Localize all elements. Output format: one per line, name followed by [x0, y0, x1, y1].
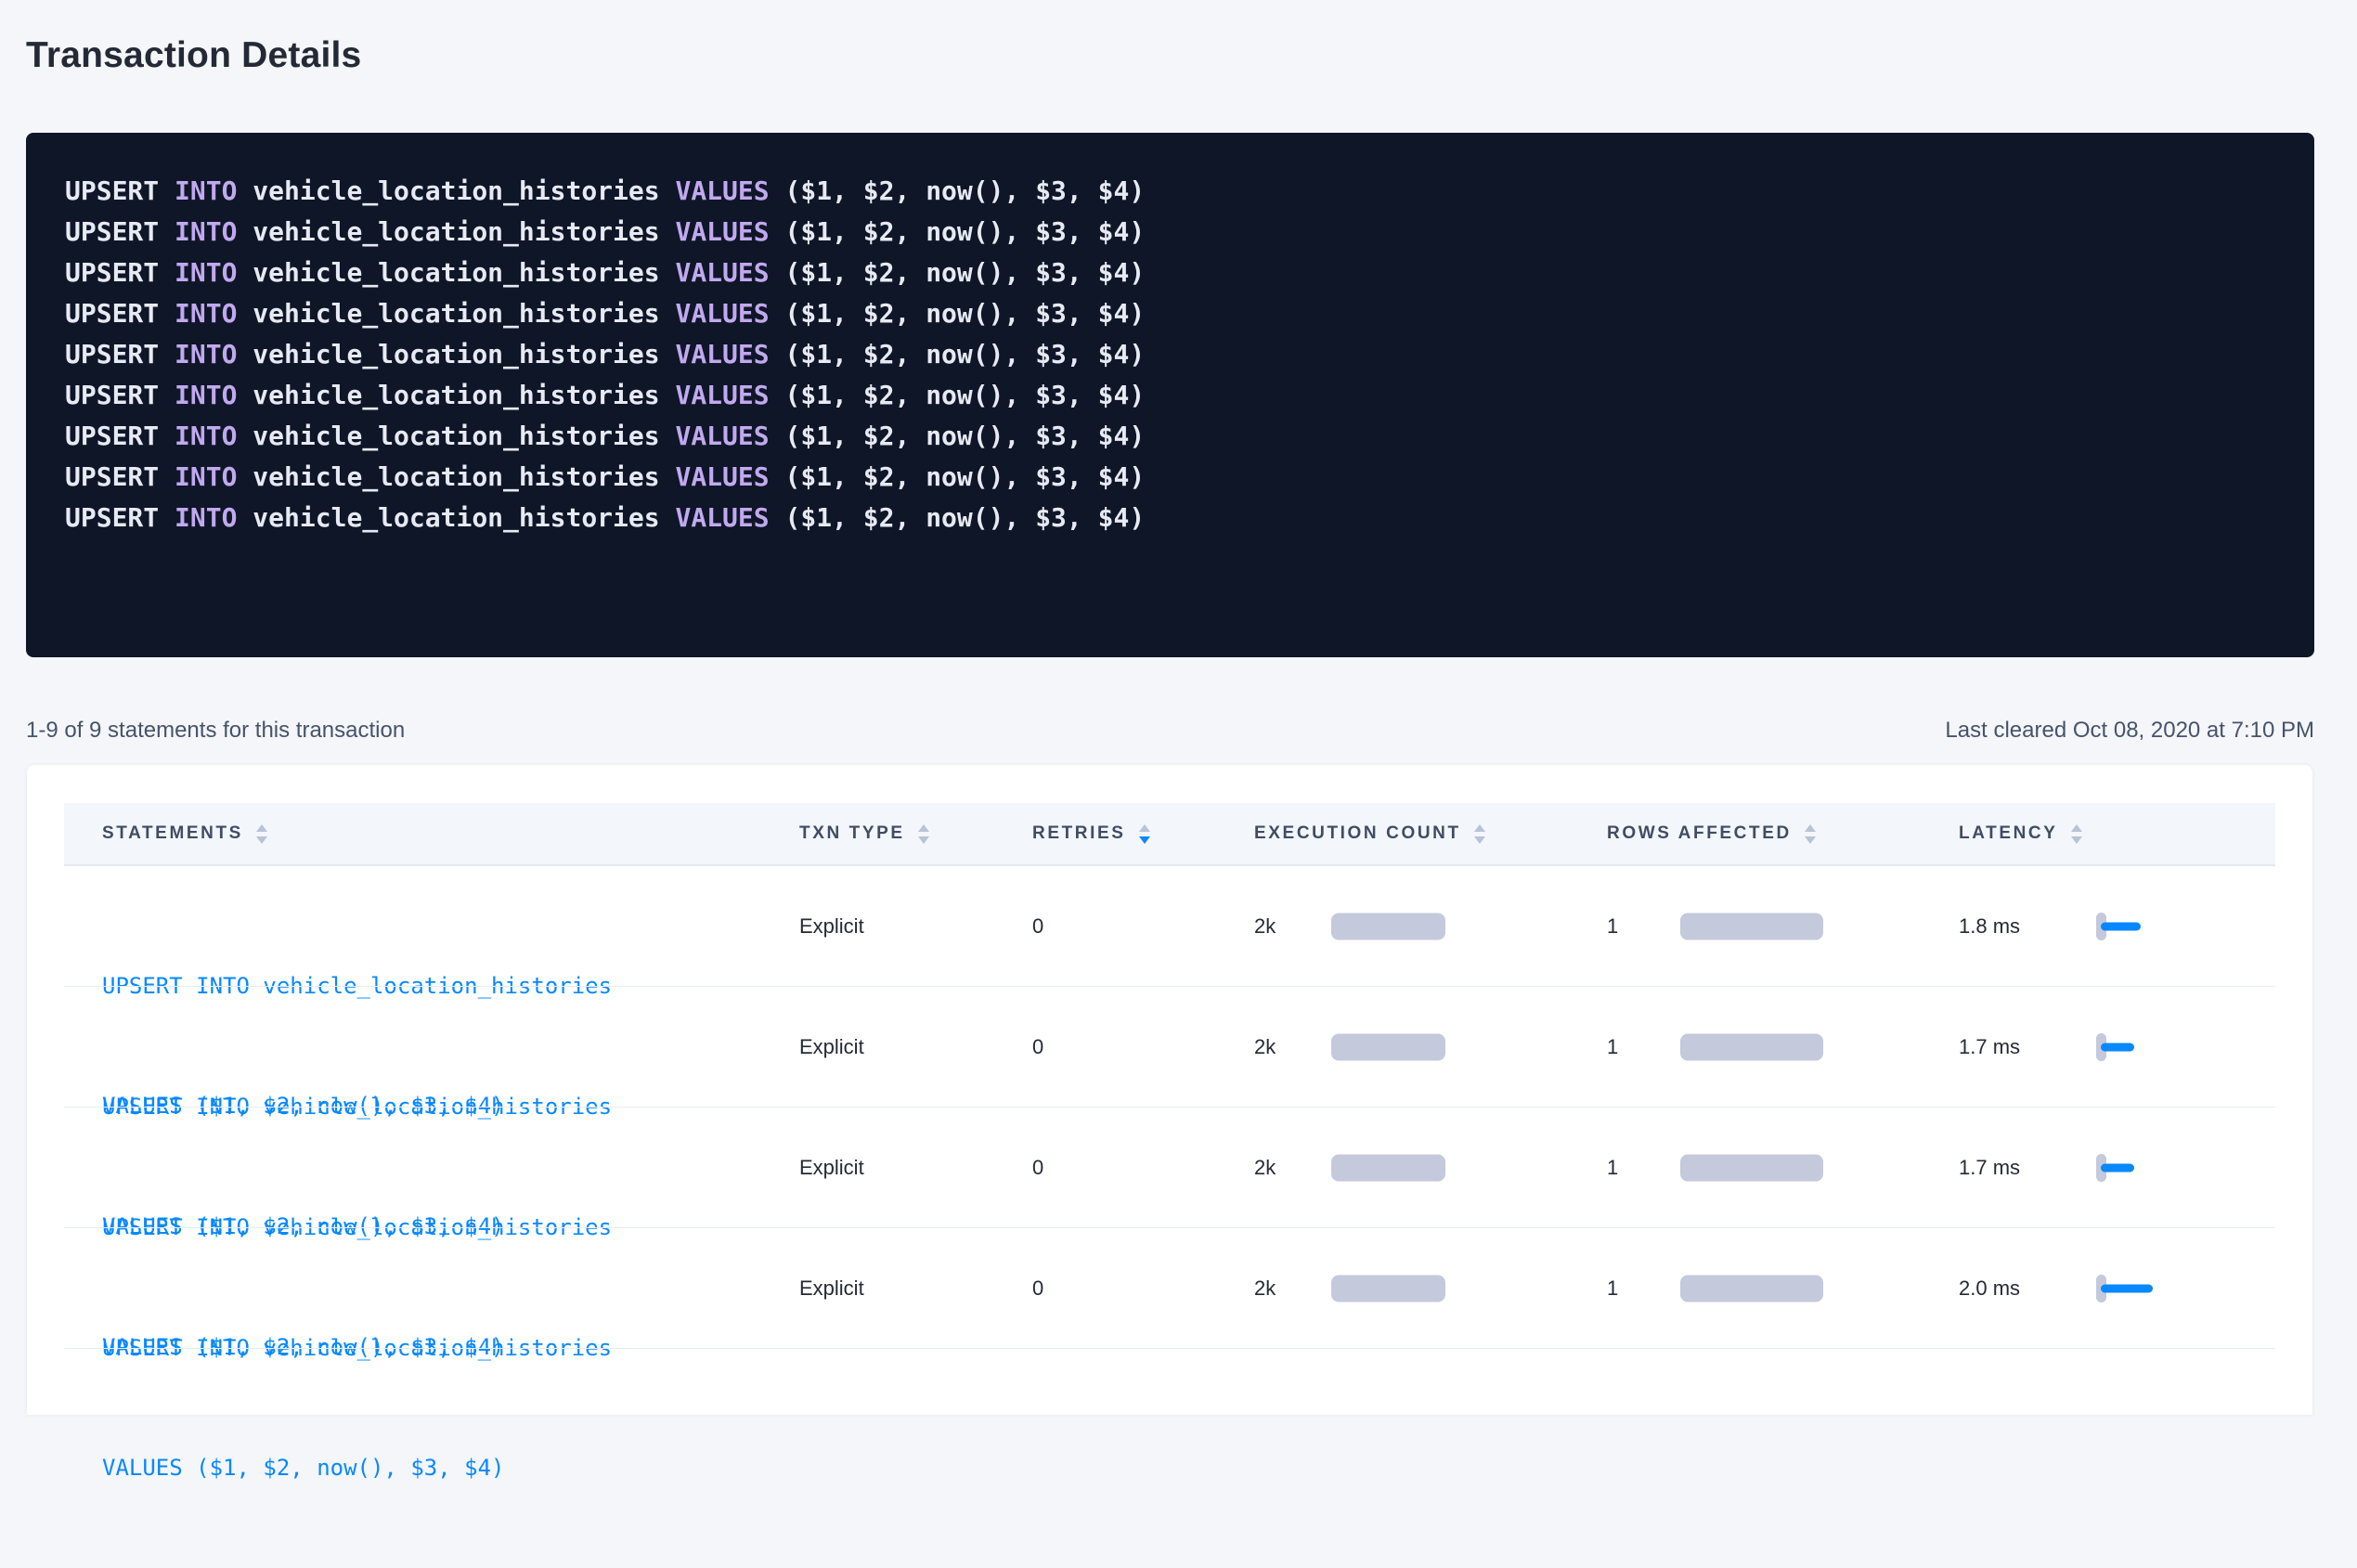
txn-type-value: Explicit	[799, 1228, 864, 1349]
sql-line: UPSERT INTO vehicle_location_histories V…	[65, 457, 2277, 498]
retries-value: 0	[1032, 1108, 1043, 1228]
summary-row: 1-9 of 9 statements for this transaction…	[26, 718, 2314, 744]
row-divider	[64, 1348, 2275, 1349]
column-label: LATENCY	[1959, 823, 2058, 844]
table-row: UPSERT INTO vehicle_location_histories V…	[27, 866, 2312, 987]
retries-value: 0	[1032, 866, 1043, 987]
sort-arrows-icon[interactable]	[1139, 824, 1150, 844]
column-header-statements[interactable]: STATEMENTS	[102, 803, 267, 864]
table-row: UPSERT INTO vehicle_location_histories V…	[27, 1108, 2312, 1228]
sql-line: UPSERT INTO vehicle_location_histories V…	[65, 498, 2277, 538]
table-header-row: STATEMENTS TXN TYPE RETRIES EXECUTION CO…	[64, 803, 2275, 866]
sql-line: UPSERT INTO vehicle_location_histories V…	[65, 212, 2277, 253]
latency-bar-chart	[2096, 1154, 2198, 1182]
rows-affected-bar	[1680, 1034, 1823, 1061]
latency-value: 1.8 ms	[1959, 866, 2020, 987]
column-header-retries[interactable]: RETRIES	[1032, 803, 1150, 864]
sort-arrows-icon[interactable]	[2071, 824, 2082, 844]
execution-count-bar	[1331, 1034, 1445, 1061]
sql-line: UPSERT INTO vehicle_location_histories V…	[65, 416, 2277, 457]
execution-count-bar	[1331, 1276, 1445, 1302]
column-label: ROWS AFFECTED	[1607, 823, 1792, 844]
retries-value: 0	[1032, 987, 1043, 1108]
txn-type-value: Explicit	[799, 1108, 864, 1228]
sql-line: UPSERT INTO vehicle_location_histories V…	[65, 334, 2277, 375]
table-row: UPSERT INTO vehicle_location_histories V…	[27, 1228, 2312, 1349]
rows-affected-value: 1	[1607, 987, 1618, 1108]
sql-box-code: UPSERT INTO vehicle_location_histories V…	[65, 171, 2277, 538]
txn-type-value: Explicit	[799, 866, 864, 987]
execution-count-value: 2k	[1254, 1108, 1276, 1228]
execution-count-value: 2k	[1254, 1228, 1276, 1349]
sql-line: UPSERT INTO vehicle_location_histories V…	[65, 253, 2277, 293]
column-label: TXN TYPE	[799, 823, 905, 844]
rows-affected-bar	[1680, 1155, 1823, 1182]
transaction-sql-box: UPSERT INTO vehicle_location_histories V…	[26, 133, 2314, 657]
statements-table-card: STATEMENTS TXN TYPE RETRIES EXECUTION CO…	[27, 765, 2312, 1415]
last-cleared-text: Last cleared Oct 08, 2020 at 7:10 PM	[1945, 718, 2314, 744]
retries-value: 0	[1032, 1228, 1043, 1349]
column-header-latency[interactable]: LATENCY	[1959, 803, 2082, 864]
txn-type-value: Explicit	[799, 987, 864, 1108]
page-title: Transaction Details	[26, 35, 361, 76]
column-label: STATEMENTS	[102, 823, 243, 844]
latency-value: 2.0 ms	[1959, 1228, 2020, 1349]
sort-arrows-icon[interactable]	[1805, 824, 1816, 844]
latency-bar-chart	[2096, 1033, 2198, 1061]
rows-affected-value: 1	[1607, 1228, 1618, 1349]
sql-line: UPSERT INTO vehicle_location_histories V…	[65, 293, 2277, 334]
rows-affected-bar	[1680, 914, 1823, 940]
execution-count-value: 2k	[1254, 866, 1276, 987]
latency-bar	[2101, 1285, 2153, 1293]
execution-count-bar	[1331, 914, 1445, 940]
execution-count-bar	[1331, 1155, 1445, 1182]
statement-link[interactable]: UPSERT INTO vehicle_location_histories V…	[102, 1249, 612, 1568]
latency-value: 1.7 ms	[1959, 1108, 2020, 1228]
column-header-txn-type[interactable]: TXN TYPE	[799, 803, 929, 864]
column-label: RETRIES	[1032, 823, 1126, 844]
sql-line: UPSERT INTO vehicle_location_histories V…	[65, 171, 2277, 212]
latency-bar-chart	[2096, 1275, 2198, 1302]
latency-bar	[2101, 1164, 2134, 1173]
latency-bar	[2101, 923, 2141, 931]
column-header-rows-affected[interactable]: ROWS AFFECTED	[1607, 803, 1816, 864]
latency-bar-chart	[2096, 913, 2198, 940]
table-row: UPSERT INTO vehicle_location_histories V…	[27, 987, 2312, 1108]
rows-affected-bar	[1680, 1276, 1823, 1302]
execution-count-value: 2k	[1254, 987, 1276, 1108]
sort-arrows-icon[interactable]	[1474, 824, 1485, 844]
statements-range-text: 1-9 of 9 statements for this transaction	[26, 718, 405, 744]
sort-arrows-icon[interactable]	[918, 824, 929, 844]
rows-affected-value: 1	[1607, 1108, 1618, 1228]
column-header-execution-count[interactable]: EXECUTION COUNT	[1254, 803, 1485, 864]
sort-arrows-icon[interactable]	[256, 824, 267, 844]
latency-value: 1.7 ms	[1959, 987, 2020, 1108]
latency-bar	[2101, 1043, 2134, 1052]
rows-affected-value: 1	[1607, 866, 1618, 987]
sql-line: UPSERT INTO vehicle_location_histories V…	[65, 375, 2277, 416]
statement-line-2: VALUES ($1, $2, now(), $3, $4)	[102, 1448, 612, 1488]
column-label: EXECUTION COUNT	[1254, 823, 1461, 844]
